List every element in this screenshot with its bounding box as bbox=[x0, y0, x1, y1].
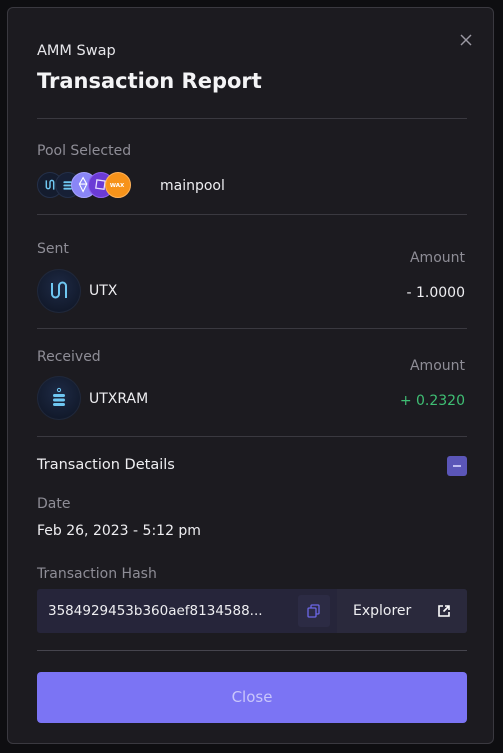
explorer-button[interactable]: Explorer bbox=[337, 589, 467, 633]
wax-icon: WAX bbox=[105, 172, 131, 198]
pool-selected-label: Pool Selected bbox=[37, 143, 132, 159]
utx-token-icon bbox=[37, 269, 81, 313]
received-amount: + 0.2320 bbox=[399, 393, 465, 409]
sent-amount-label: Amount bbox=[409, 250, 465, 266]
received-label: Received bbox=[37, 349, 101, 365]
minus-icon bbox=[453, 465, 461, 467]
transaction-details-title: Transaction Details bbox=[37, 457, 175, 473]
transaction-hash-box: 3584929453b360aef8134588... Explorer bbox=[37, 589, 467, 633]
date-value: Feb 26, 2023 - 5:12 pm bbox=[37, 523, 201, 539]
collapse-details-button[interactable] bbox=[447, 456, 467, 476]
sent-label: Sent bbox=[37, 241, 69, 257]
modal-subtitle: AMM Swap bbox=[37, 43, 116, 59]
close-button[interactable]: Close bbox=[37, 672, 467, 723]
sent-token-name: UTX bbox=[89, 283, 118, 299]
sent-amount: - 1.0000 bbox=[406, 285, 466, 301]
modal-title: Transaction Report bbox=[37, 69, 262, 93]
received-token-name: UTXRAM bbox=[89, 391, 149, 407]
divider bbox=[37, 436, 467, 437]
explorer-label: Explorer bbox=[353, 603, 412, 619]
copy-hash-button[interactable] bbox=[298, 595, 330, 627]
transaction-hash-label: Transaction Hash bbox=[37, 566, 157, 582]
external-link-icon bbox=[438, 605, 450, 617]
received-amount-label: Amount bbox=[409, 358, 465, 374]
transaction-hash-value: 3584929453b360aef8134588... bbox=[48, 603, 263, 619]
date-label: Date bbox=[37, 496, 71, 512]
transaction-report-modal: AMM Swap Transaction Report Pool Selecte… bbox=[7, 7, 494, 744]
pool-name: mainpool bbox=[160, 178, 225, 194]
close-icon[interactable] bbox=[458, 32, 474, 48]
divider bbox=[37, 214, 467, 215]
divider bbox=[37, 328, 467, 329]
utxram-token-icon bbox=[37, 376, 81, 420]
copy-icon bbox=[307, 604, 320, 618]
wax-icon-text: WAX bbox=[110, 183, 125, 189]
divider bbox=[37, 650, 467, 651]
divider bbox=[37, 118, 467, 119]
